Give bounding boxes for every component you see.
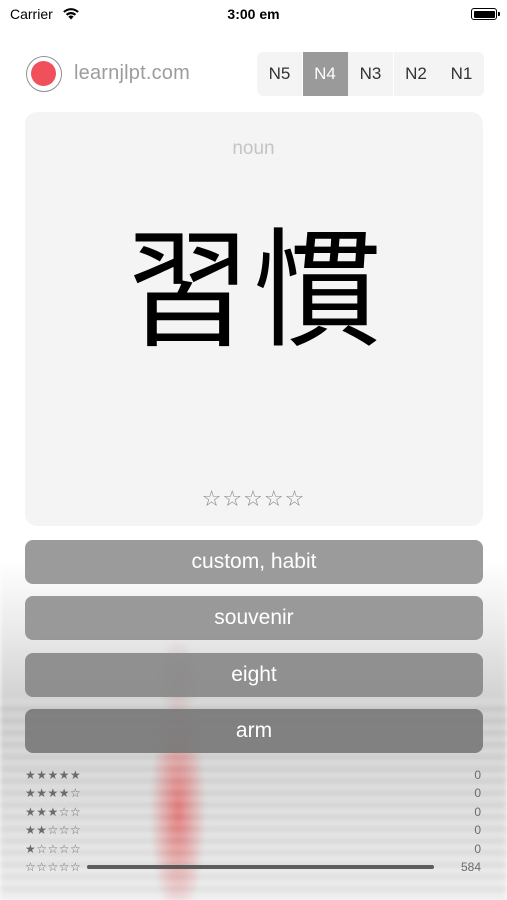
- answer-button-3[interactable]: eight: [25, 653, 483, 697]
- stat-stars: ★★★★★: [25, 768, 82, 782]
- level-tab-n2[interactable]: N2: [393, 52, 439, 96]
- kanji-word: 習慣: [123, 217, 384, 366]
- stat-row: ★★★★☆ 0: [25, 784, 483, 802]
- status-bar: Carrier 3:00 em: [0, 0, 507, 28]
- answer-button-2[interactable]: souvenir: [25, 596, 483, 640]
- stat-count: 0: [474, 768, 481, 782]
- level-tab-n4[interactable]: N4: [302, 52, 348, 96]
- stat-stars: ★★★☆☆: [25, 804, 82, 819]
- stat-stars: ★★☆☆☆: [25, 823, 82, 838]
- level-tab-n1[interactable]: N1: [439, 52, 484, 96]
- stat-stars: ★☆☆☆☆: [25, 841, 82, 856]
- battery-icon: [471, 8, 500, 20]
- stat-count: 0: [474, 841, 481, 856]
- stat-count: 0: [474, 823, 481, 838]
- stat-row: ★★☆☆☆ 0: [25, 821, 483, 839]
- answer-button-4[interactable]: arm: [25, 709, 483, 753]
- stat-row: ★★★★★ 0: [25, 766, 483, 784]
- logo-icon: [26, 56, 62, 92]
- stat-row: ★★★☆☆ 0: [25, 803, 483, 821]
- answer-button-1[interactable]: custom, habit: [25, 540, 483, 584]
- jlpt-level-selector: N5 N4 N3 N2 N1: [257, 52, 485, 96]
- level-tab-n3[interactable]: N3: [348, 52, 393, 96]
- stat-count: 584: [460, 859, 481, 874]
- stat-stars: ★★★★☆: [25, 786, 82, 801]
- level-tab-n5[interactable]: N5: [257, 52, 302, 96]
- status-time: 3:00 em: [227, 6, 280, 22]
- site-name: learnjlpt.com: [74, 62, 190, 84]
- progress-bar: [87, 865, 434, 869]
- stat-stars: ☆☆☆☆☆: [25, 859, 82, 874]
- progress-bar-fill: [87, 865, 434, 869]
- word-type-label: noun: [232, 138, 275, 159]
- stat-count: 0: [474, 804, 481, 819]
- stat-count: 0: [474, 786, 481, 801]
- stat-row: ★☆☆☆☆ 0: [25, 840, 483, 858]
- rating-stats: ★★★★★ 0 ★★★★☆ 0 ★★★☆☆ 0 ★★☆☆☆ 0 ★☆☆☆☆ 0 …: [25, 766, 483, 876]
- star-rating[interactable]: ☆☆☆☆☆: [0, 486, 507, 512]
